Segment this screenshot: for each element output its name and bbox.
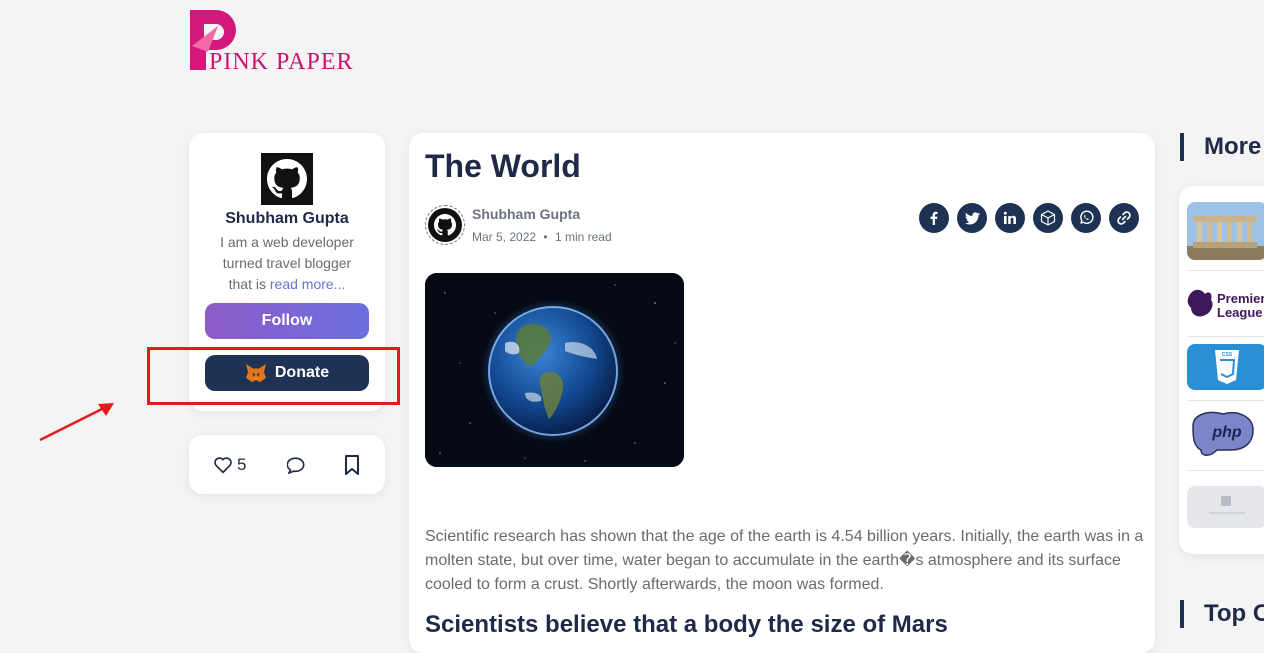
author-avatar[interactable]: [261, 153, 313, 205]
site-name: PINK PAPER: [209, 49, 354, 75]
more-item-premier-league[interactable]: Premier League: [1187, 276, 1264, 334]
article-title: The World: [425, 148, 581, 184]
more-item-css[interactable]: CSS: [1187, 344, 1264, 390]
share-facebook-button[interactable]: [919, 203, 949, 233]
follow-button[interactable]: Follow: [205, 303, 369, 339]
article-read-time: 1 min read: [554, 230, 612, 244]
heart-icon: [214, 456, 232, 473]
share-hashnode-button[interactable]: [1033, 203, 1063, 233]
article-card: The World Shubham Gupta Mar 5, 2022 • 1 …: [409, 133, 1155, 653]
annotation-highlight-box: [147, 347, 400, 405]
share-whatsapp-button[interactable]: [1071, 203, 1101, 233]
css3-logo: CSS: [1215, 350, 1239, 384]
reactions-card: 5: [189, 435, 385, 494]
comment-button[interactable]: [287, 435, 307, 494]
more-item-acropolis[interactable]: [1187, 202, 1264, 260]
article-date: Mar 5, 2022: [472, 230, 537, 244]
facebook-icon: [930, 211, 938, 225]
author-bio: I am a web developer turned travel blogg…: [220, 234, 354, 292]
article-author-avatar[interactable]: [425, 205, 465, 245]
svg-text:Premier: Premier: [1217, 291, 1264, 306]
more-item-php[interactable]: php: [1187, 406, 1264, 464]
copy-link-button[interactable]: [1109, 203, 1139, 233]
article-body: Scientific research has shown that the a…: [425, 528, 1144, 593]
like-count: 5: [237, 454, 247, 474]
image-placeholder-icon: [1209, 496, 1245, 514]
linkedin-icon: [1003, 211, 1016, 224]
hashnode-cube-icon: [1040, 210, 1056, 226]
article-author-name[interactable]: Shubham Gupta: [472, 206, 580, 222]
read-more-link[interactable]: read more...: [270, 276, 345, 292]
svg-text:php: php: [1211, 424, 1242, 441]
article-subheading: Scientists believe that a body the size …: [425, 611, 948, 638]
whatsapp-icon: [1080, 210, 1094, 224]
twitter-icon: [964, 211, 980, 224]
earth-image: [425, 273, 684, 467]
bookmark-icon: [345, 454, 359, 475]
share-twitter-button[interactable]: [957, 203, 987, 233]
svg-text:CSS: CSS: [1222, 352, 1233, 358]
github-icon: [267, 159, 307, 199]
php-elephant-logo: php: [1192, 411, 1254, 456]
article-meta: Mar 5, 2022 • 1 min read: [472, 230, 612, 244]
link-icon: [1117, 211, 1131, 225]
more-item-placeholder[interactable]: [1187, 486, 1264, 528]
annotation-arrow: [39, 403, 114, 442]
acropolis-image: [1187, 202, 1264, 260]
like-button[interactable]: 5: [213, 435, 246, 494]
comment-icon: [287, 456, 305, 474]
more-articles-card: Premier League CSS php: [1179, 186, 1264, 554]
top-section-title: Top C: [1180, 600, 1264, 628]
svg-text:League: League: [1217, 305, 1263, 320]
more-section-title: More: [1180, 133, 1261, 161]
share-linkedin-button[interactable]: [995, 203, 1025, 233]
premier-league-logo: Premier League: [1187, 289, 1264, 320]
author-name[interactable]: Shubham Gupta: [189, 210, 385, 228]
article-cover-image: [425, 273, 684, 467]
bookmark-button[interactable]: [344, 435, 360, 494]
github-icon: [434, 214, 456, 236]
